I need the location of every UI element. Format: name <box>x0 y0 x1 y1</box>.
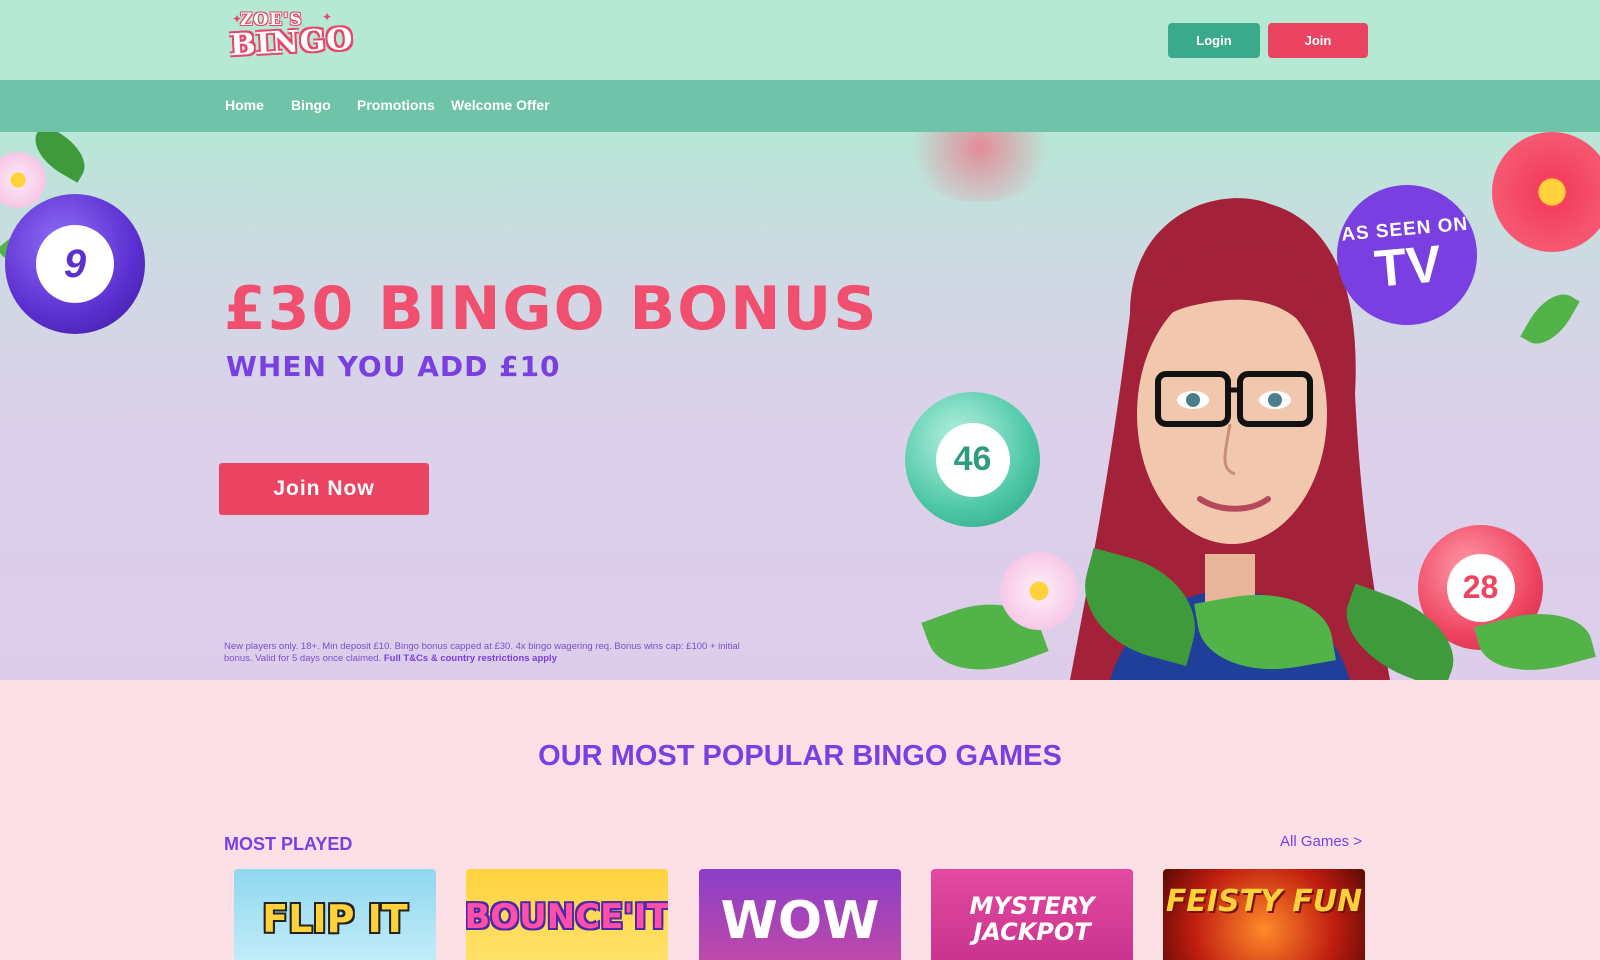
game-tile-feisty-fun[interactable]: FEISTY FUN <box>1163 869 1365 960</box>
game-tile-flip-it[interactable]: FLIP IT <box>234 869 436 960</box>
flower-icon <box>1000 552 1078 630</box>
nav-item-home[interactable]: Home <box>225 97 264 113</box>
login-button[interactable]: Login <box>1168 23 1260 58</box>
logo-line-2: BINGO <box>229 21 355 64</box>
game-title: WOW <box>720 891 880 951</box>
most-played-heading: MOST PLAYED <box>224 834 353 854</box>
game-title: FEISTY FUN <box>1165 884 1363 919</box>
bingo-ball-9: 9 <box>5 194 145 334</box>
hero-banner: 9 £30 BINGO BONUS WHEN YOU ADD £10 Join … <box>0 132 1600 680</box>
join-button[interactable]: Join <box>1268 23 1368 58</box>
site-logo[interactable]: ✦ ✦ ZOE'S BINGO <box>229 8 354 64</box>
all-games-link[interactable]: All Games > <box>1280 833 1362 850</box>
ball-number: 46 <box>935 422 1010 497</box>
game-title: BOUNCE'IT <box>466 897 668 937</box>
flower-icon <box>0 152 46 208</box>
popular-games-heading: OUR MOST POPULAR BINGO GAMES <box>538 740 1062 772</box>
nav-item-promotions[interactable]: Promotions <box>357 97 435 113</box>
nav-item-welcome-offer[interactable]: Welcome Offer <box>451 97 550 113</box>
game-title: FLIP IT <box>262 897 408 941</box>
game-tile-wow[interactable]: WOW <box>699 869 901 960</box>
ball-number: 9 <box>36 225 114 303</box>
join-now-button[interactable]: Join Now <box>219 463 429 515</box>
sparkle-icon: ✦ <box>322 10 333 24</box>
hero-title: £30 BINGO BONUS <box>224 274 879 344</box>
bingo-ball-46: 46 <box>905 392 1040 527</box>
game-title: MYSTERY JACKPOT <box>969 892 1095 946</box>
flower-icon <box>1492 132 1600 252</box>
terms-text: New players only. 18+. Min deposit £10. … <box>224 641 764 665</box>
terms-link[interactable]: Full T&Cs & country restrictions apply <box>384 653 557 664</box>
leaf-icon <box>1520 284 1580 354</box>
blurred-ball-decoration <box>900 132 1060 202</box>
game-tile-bounce-it[interactable]: BOUNCE'IT <box>466 869 668 960</box>
main-nav: Home Bingo Promotions Welcome Offer <box>0 80 1600 132</box>
hero-subtitle: WHEN YOU ADD £10 <box>226 350 561 383</box>
top-header: ✦ ✦ ZOE'S BINGO Login Join <box>0 0 1600 80</box>
game-tile-mystery-jackpot[interactable]: MYSTERY JACKPOT <box>931 869 1133 960</box>
ball-number: 28 <box>1446 553 1515 622</box>
nav-item-bingo[interactable]: Bingo <box>291 97 331 113</box>
